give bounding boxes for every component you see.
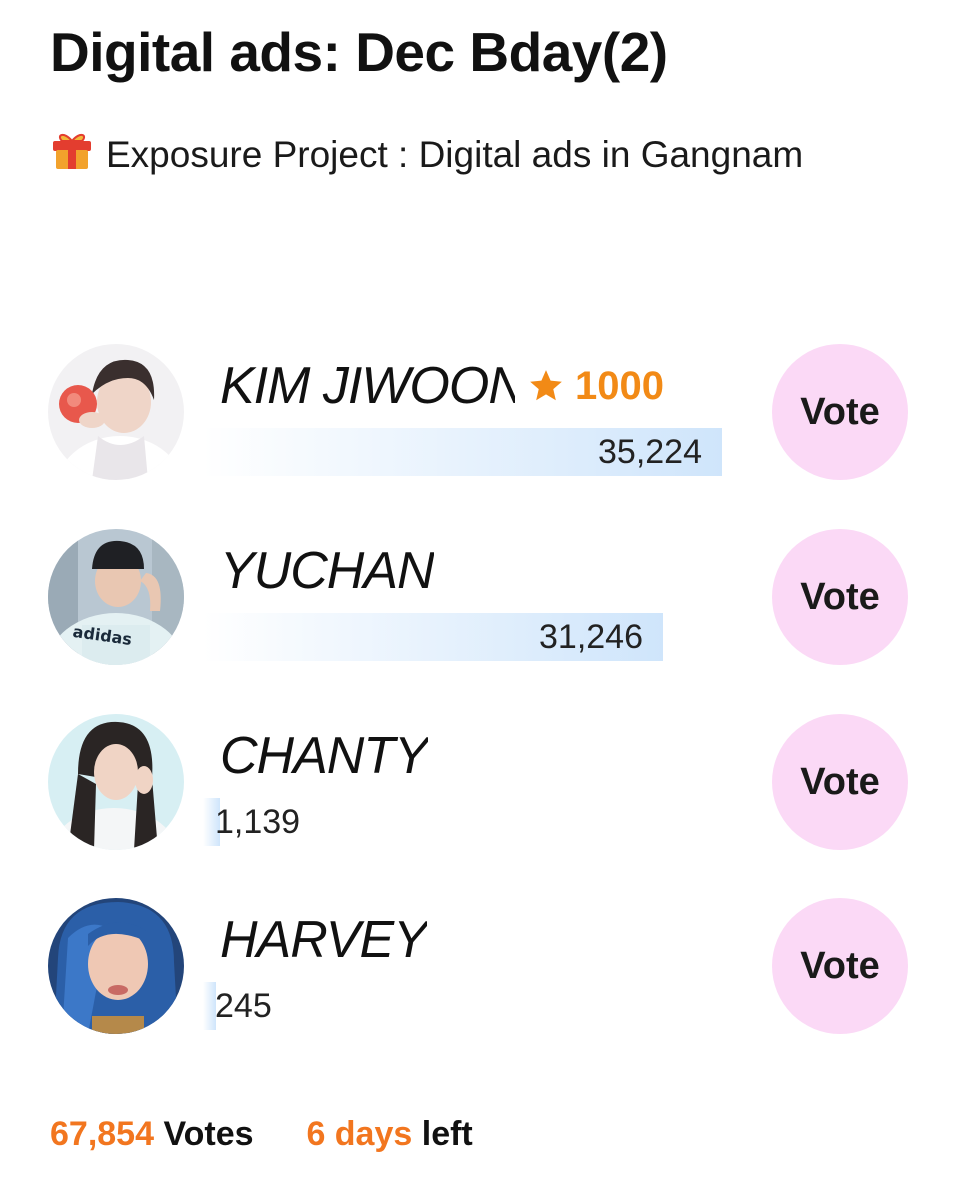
bonus-badge: 1000: [527, 364, 664, 408]
candidate-row: HARVEY 245 Vote: [0, 898, 957, 1038]
candidate-name: YUCHAN: [220, 542, 434, 600]
total-votes: 67,854: [50, 1115, 154, 1153]
gift-icon: [50, 129, 94, 171]
candidate-row: KIM JIWOON 1000 35,224 Vote: [0, 344, 957, 484]
vote-button[interactable]: Vote: [772, 714, 908, 850]
avatar: [48, 344, 184, 480]
avatar: [48, 898, 184, 1034]
candidate-row: adidas YUCHAN 31,246 Vote: [0, 529, 957, 669]
vote-count: 245: [215, 987, 272, 1025]
votes-label: Votes: [163, 1115, 254, 1153]
vote-summary: 67,854 Votes 6 days left: [50, 1112, 473, 1156]
vote-count: 35,224: [598, 433, 702, 471]
star-icon: [527, 367, 565, 405]
vote-button[interactable]: Vote: [772, 898, 908, 1034]
candidate-name: CHANTY: [220, 727, 428, 785]
bonus-value: 1000: [575, 363, 664, 408]
page-title: Digital ads: Dec Bday(2): [50, 21, 668, 83]
candidate-name: KIM JIWOON: [220, 357, 515, 415]
days-remaining: 6 days: [306, 1115, 413, 1153]
vote-button[interactable]: Vote: [772, 344, 908, 480]
project-subtitle: Exposure Project : Digital ads in Gangna…: [50, 124, 850, 185]
vote-button[interactable]: Vote: [772, 529, 908, 665]
candidate-name: HARVEY: [220, 911, 427, 969]
subtitle-text: Exposure Project : Digital ads in Gangna…: [106, 134, 804, 175]
vote-count: 1,139: [215, 803, 301, 841]
avatar: adidas: [48, 529, 184, 665]
avatar: [48, 714, 184, 850]
candidate-row: CHANTY 1,139 Vote: [0, 714, 957, 854]
vote-count: 31,246: [539, 618, 643, 656]
left-label: left: [421, 1115, 473, 1153]
